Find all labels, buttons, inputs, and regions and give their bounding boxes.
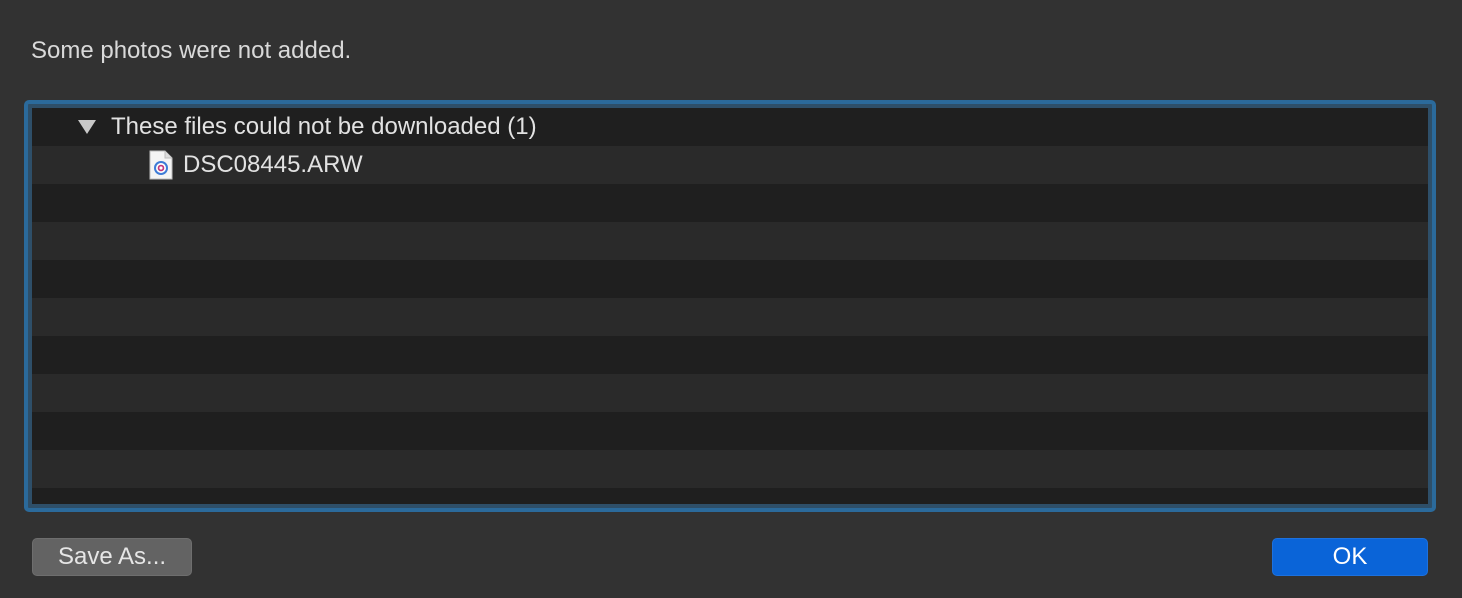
disclosure-triangle-icon[interactable] bbox=[78, 120, 96, 134]
file-list[interactable]: These files could not be downloaded (1) … bbox=[32, 108, 1428, 504]
file-list-frame: These files could not be downloaded (1) … bbox=[24, 100, 1436, 512]
empty-row bbox=[32, 184, 1428, 222]
ok-button[interactable]: OK bbox=[1272, 538, 1428, 576]
list-item[interactable]: DSC08445.ARW bbox=[32, 146, 1428, 184]
empty-row bbox=[32, 374, 1428, 412]
empty-row bbox=[32, 336, 1428, 374]
empty-row bbox=[32, 260, 1428, 298]
raw-image-file-icon bbox=[149, 150, 173, 180]
file-name: DSC08445.ARW bbox=[183, 151, 363, 178]
group-label: These files could not be downloaded (1) bbox=[111, 113, 537, 140]
empty-row bbox=[32, 412, 1428, 450]
dialog-message: Some photos were not added. bbox=[31, 37, 352, 64]
empty-row bbox=[32, 222, 1428, 260]
empty-row bbox=[32, 450, 1428, 488]
list-group-row[interactable]: These files could not be downloaded (1) bbox=[32, 108, 1428, 146]
empty-row bbox=[32, 488, 1428, 504]
empty-row bbox=[32, 298, 1428, 336]
save-as-button[interactable]: Save As... bbox=[32, 538, 192, 576]
